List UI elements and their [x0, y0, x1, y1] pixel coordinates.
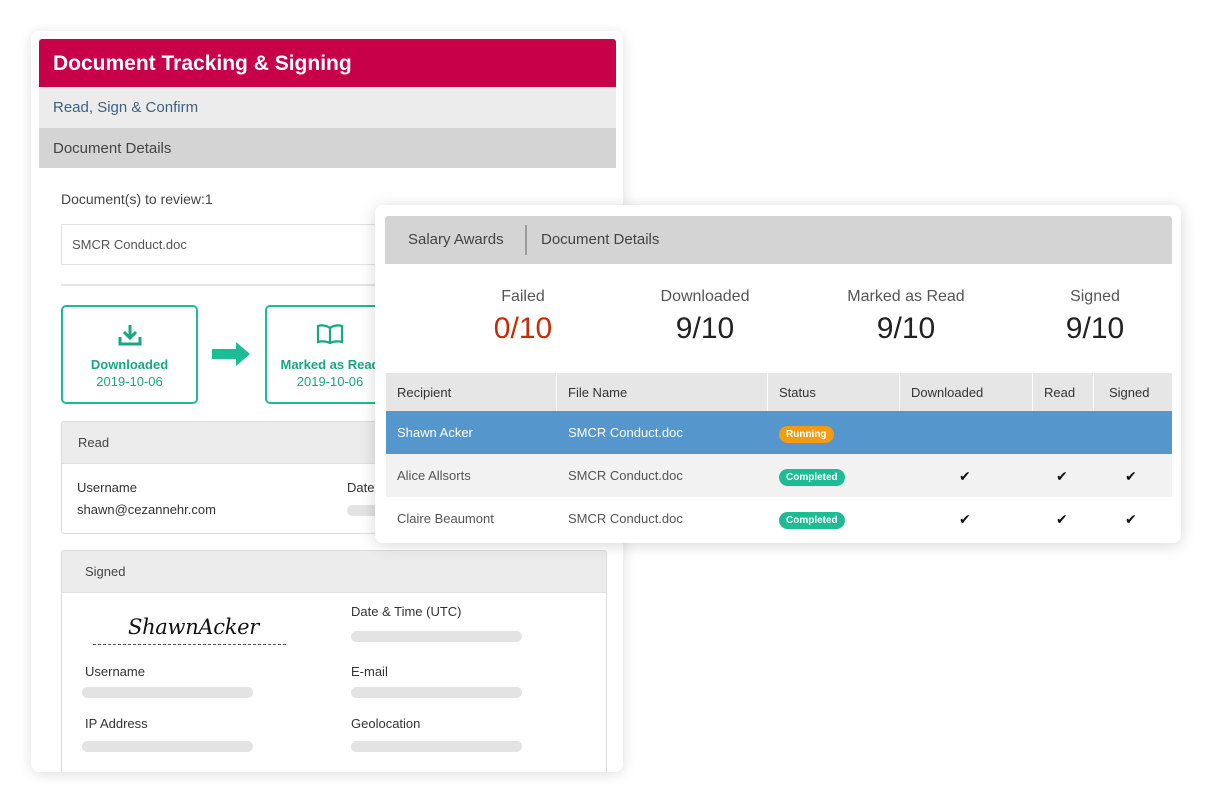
- table-row[interactable]: Alice Allsorts SMCR Conduct.doc Complete…: [386, 454, 1172, 497]
- stat-value: 9/10: [876, 312, 936, 345]
- tracking-summary-card: Salary Awards Document Details Failed 0/…: [375, 205, 1181, 543]
- column-header-file-name[interactable]: File Name: [557, 373, 768, 411]
- stat-value: 9/10: [675, 312, 735, 345]
- recipient-cell: Shawn Acker: [397, 425, 473, 440]
- card-title: Document Tracking & Signing: [39, 39, 616, 87]
- signature-image: ShawnAcker: [128, 615, 260, 639]
- checkmark-icon: ✔: [1056, 511, 1068, 527]
- table-row[interactable]: Shawn Acker SMCR Conduct.doc Running: [386, 411, 1172, 454]
- geolocation-placeholder: [351, 741, 522, 752]
- recipient-cell: Alice Allsorts: [397, 468, 471, 483]
- file-name-cell: SMCR Conduct.doc: [568, 425, 683, 440]
- step-downloaded: Downloaded 2019-10-06: [61, 305, 198, 404]
- stat-signed: Signed 9/10: [1010, 288, 1180, 346]
- status-cell: Running: [768, 411, 845, 454]
- step-label: Downloaded: [90, 357, 169, 372]
- read-date-label: Date: [347, 480, 375, 495]
- status-cell: Completed: [768, 454, 856, 497]
- subtitle-bar[interactable]: Read, Sign & Confirm: [39, 87, 616, 128]
- read-panel: Read: [61, 421, 391, 534]
- status-cell: Completed: [768, 497, 856, 540]
- signed-username-placeholder: [82, 687, 253, 698]
- tab-separator: [525, 225, 527, 255]
- datetime-label: Date & Time (UTC): [351, 604, 462, 619]
- tab-document-details[interactable]: Document Details: [541, 231, 659, 248]
- column-header-read[interactable]: Read: [1033, 373, 1094, 411]
- stat-label: Signed: [1070, 288, 1120, 305]
- stat-label: Marked as Read: [847, 288, 965, 305]
- step-date: 2019-10-06: [96, 374, 163, 389]
- arrow-right-icon: [212, 341, 252, 372]
- table-header: Recipient File Name Status Downloaded Re…: [386, 373, 1172, 411]
- read-username-value: shawn@cezannehr.com: [77, 502, 216, 517]
- stage: Document Tracking & Signing Read, Sign &…: [0, 0, 1211, 803]
- recipient-cell: Claire Beaumont: [397, 511, 494, 526]
- read-username-label: Username: [77, 480, 137, 495]
- tabs-bar: Salary Awards Document Details: [385, 216, 1172, 264]
- file-name-cell: SMCR Conduct.doc: [568, 511, 683, 526]
- file-name-cell: SMCR Conduct.doc: [568, 468, 683, 483]
- stat-downloaded: Downloaded 9/10: [620, 288, 790, 346]
- status-badge: Completed: [779, 512, 845, 529]
- email-label: E-mail: [351, 664, 388, 679]
- ip-address-label: IP Address: [85, 716, 148, 731]
- section-header-document-details[interactable]: Document Details: [39, 128, 616, 168]
- stat-value: 9/10: [1065, 312, 1125, 345]
- divider: [61, 284, 391, 286]
- stat-value: 0/10: [493, 312, 553, 345]
- signature-line: [93, 644, 286, 645]
- stat-failed: Failed 0/10: [438, 288, 608, 346]
- geolocation-label: Geolocation: [351, 716, 421, 731]
- email-placeholder: [351, 687, 522, 698]
- read-panel-title: Read: [62, 422, 390, 464]
- review-count-label: Document(s) to review:1: [61, 191, 213, 207]
- checkmark-icon: ✔: [959, 468, 971, 484]
- signed-username-label: Username: [85, 664, 145, 679]
- recipients-table: Recipient File Name Status Downloaded Re…: [386, 373, 1172, 540]
- datetime-placeholder: [351, 631, 522, 642]
- document-file-item[interactable]: SMCR Conduct.doc: [61, 224, 391, 265]
- column-header-downloaded[interactable]: Downloaded: [900, 373, 1033, 411]
- checkmark-icon: ✔: [959, 511, 971, 527]
- tab-salary-awards[interactable]: Salary Awards: [408, 231, 504, 248]
- stat-marked-as-read: Marked as Read 9/10: [821, 288, 991, 346]
- checkmark-icon: ✔: [1056, 468, 1068, 484]
- ip-address-placeholder: [82, 741, 253, 752]
- column-header-signed[interactable]: Signed: [1094, 373, 1172, 411]
- status-badge: Completed: [779, 469, 845, 486]
- column-header-recipient[interactable]: Recipient: [386, 373, 557, 411]
- checkmark-icon: ✔: [1125, 511, 1137, 527]
- status-badge: Running: [779, 426, 834, 443]
- table-row[interactable]: Claire Beaumont SMCR Conduct.doc Complet…: [386, 497, 1172, 540]
- stat-label: Failed: [501, 288, 545, 305]
- signed-panel-title: Signed: [62, 551, 606, 593]
- download-icon: [63, 322, 196, 348]
- column-header-status[interactable]: Status: [768, 373, 900, 411]
- signed-panel: Signed: [61, 550, 607, 772]
- checkmark-icon: ✔: [1125, 468, 1137, 484]
- stat-label: Downloaded: [660, 288, 750, 305]
